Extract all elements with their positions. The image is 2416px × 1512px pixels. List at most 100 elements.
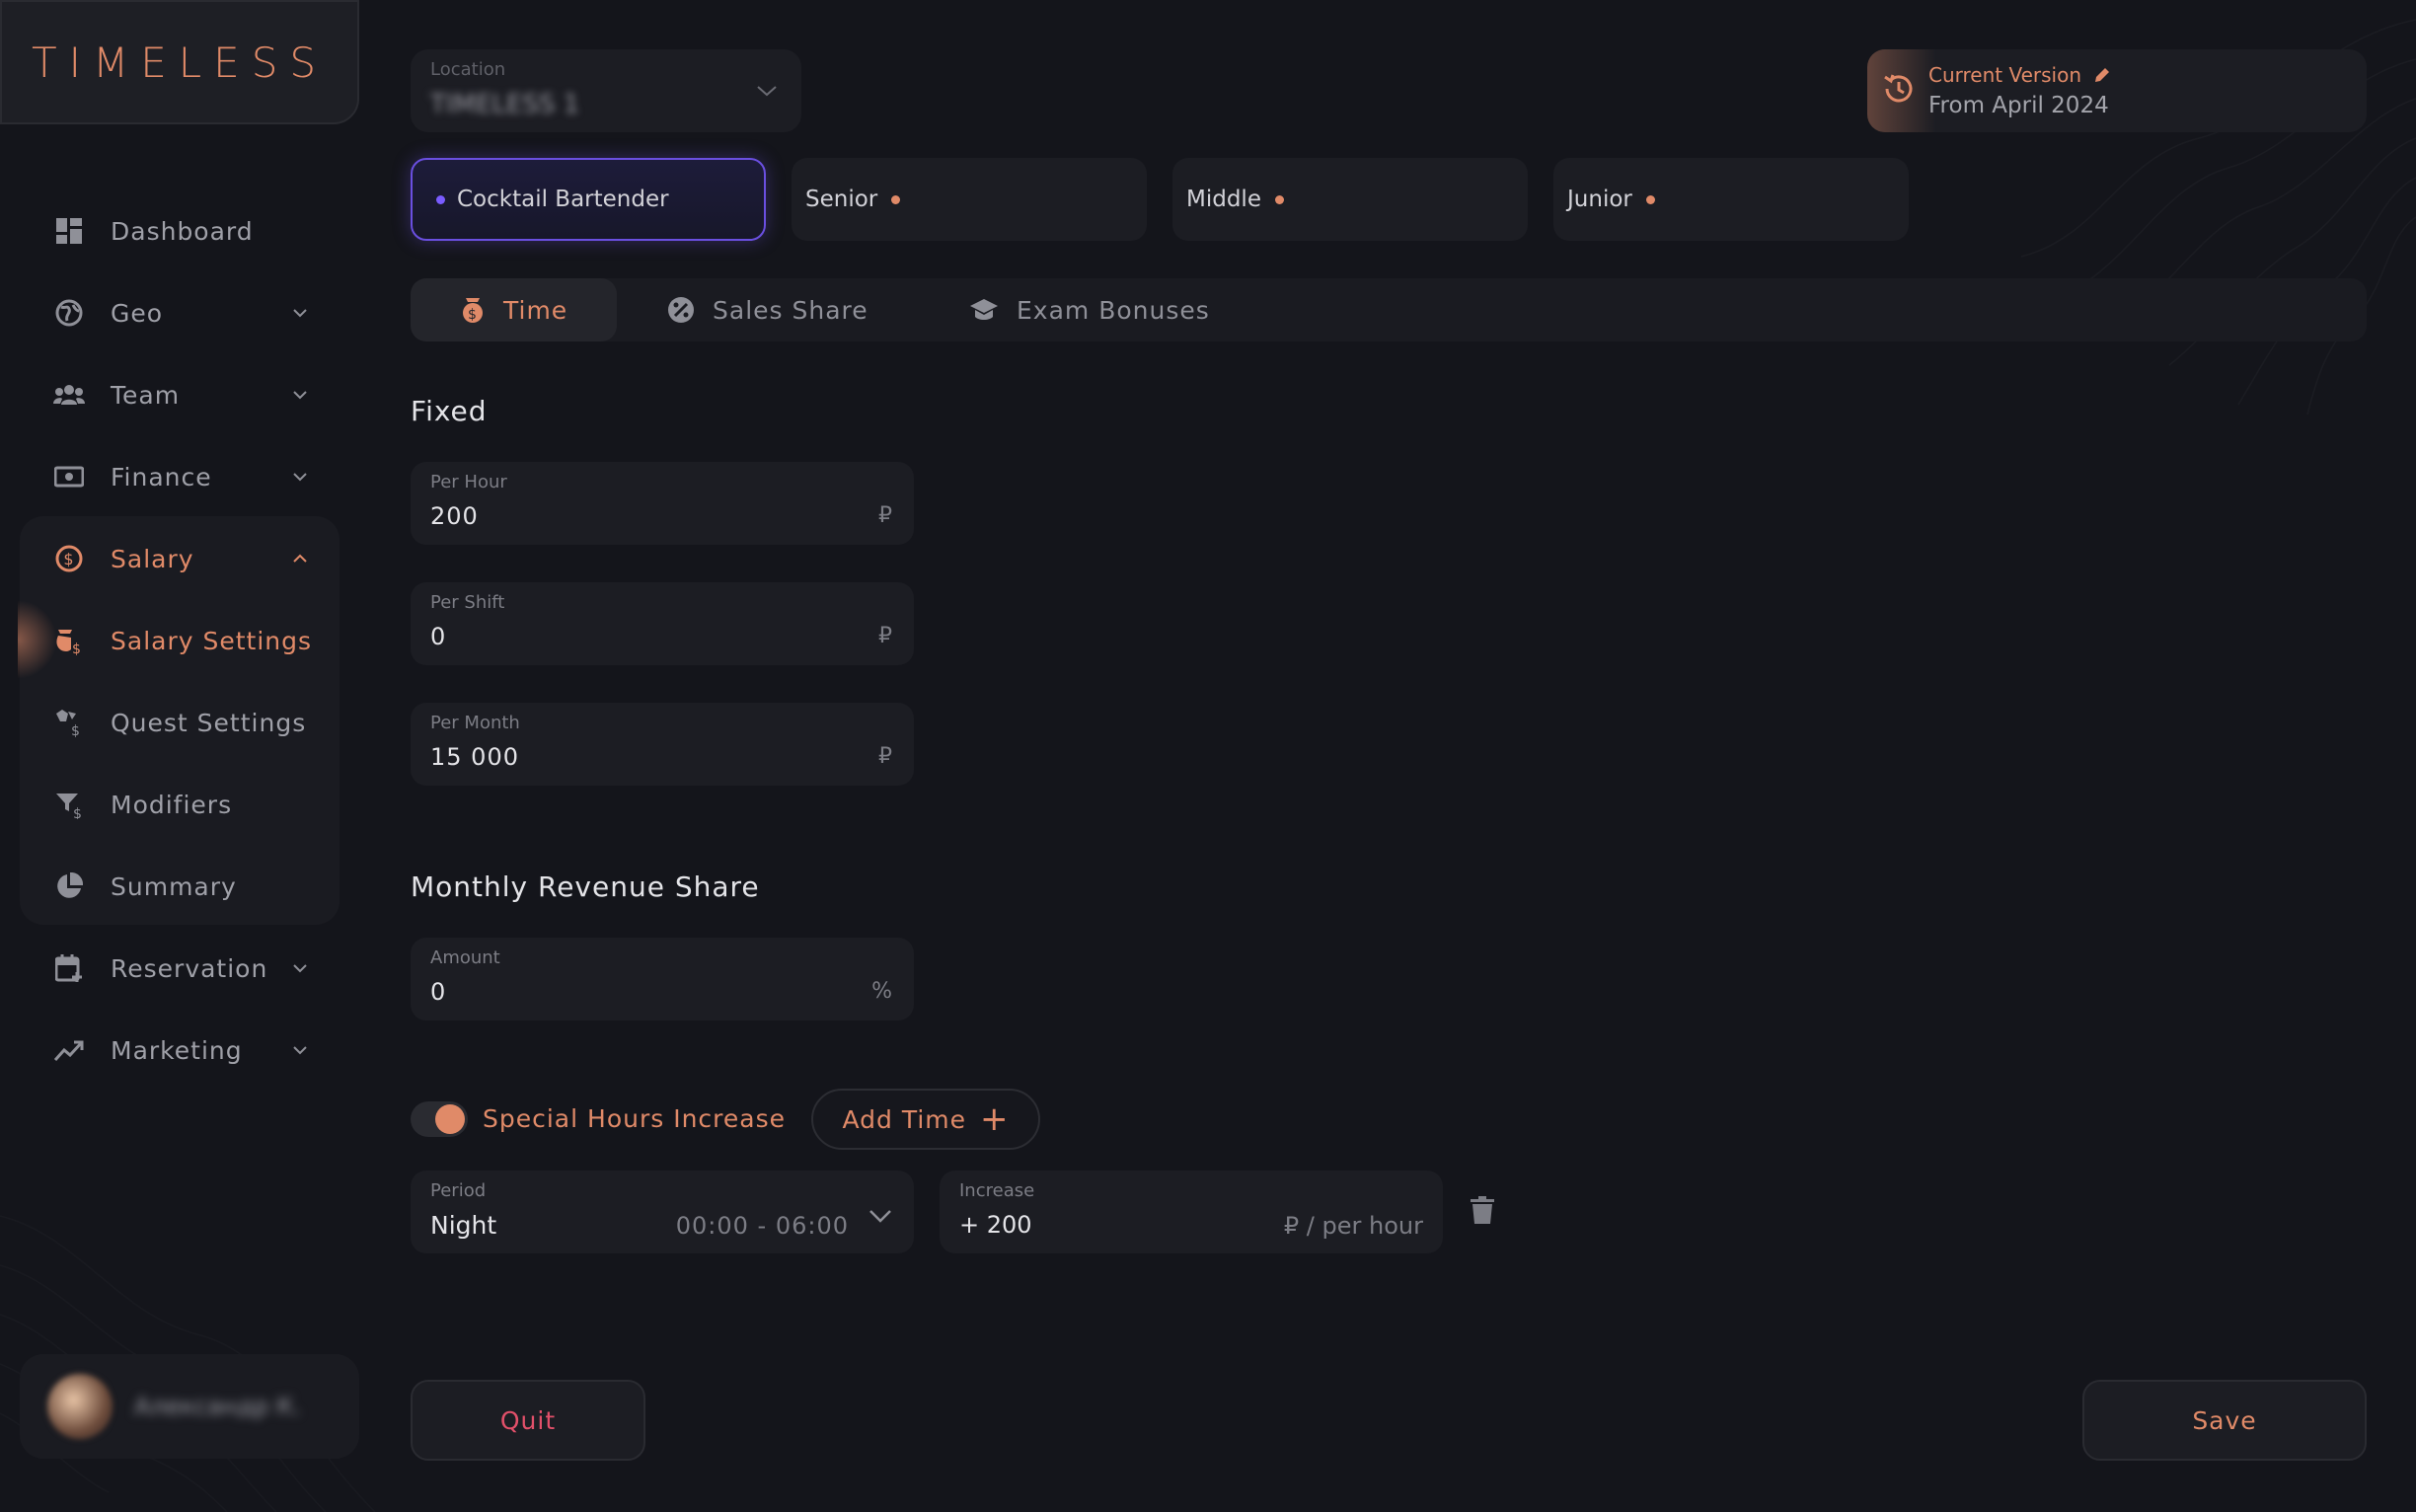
currency-unit: ₽ xyxy=(878,624,892,648)
currency-unit: ₽ xyxy=(878,503,892,528)
dashboard-icon xyxy=(51,213,87,249)
field-label: Amount xyxy=(430,947,500,968)
filter-dollar-icon: $ xyxy=(51,787,87,822)
role-label: Junior xyxy=(1567,187,1632,212)
sidebar-item-geo[interactable]: Geo xyxy=(20,281,340,344)
add-time-label: Add Time xyxy=(842,1104,967,1134)
edit-icon[interactable] xyxy=(2093,66,2111,84)
location-label: Location xyxy=(430,59,506,80)
tab-label: Sales Share xyxy=(713,295,868,325)
svg-text:$: $ xyxy=(468,307,478,323)
field-label: Period xyxy=(430,1180,487,1201)
role-tab-middle[interactable]: Middle xyxy=(1172,158,1528,241)
role-label: Cocktail Bartender xyxy=(457,187,669,212)
status-dot xyxy=(1274,194,1284,204)
trash-icon[interactable] xyxy=(1471,1196,1494,1224)
location-select[interactable]: Location TIMELESS 1 xyxy=(411,49,801,132)
trend-icon xyxy=(51,1032,87,1068)
chevron-down-icon xyxy=(869,1210,891,1223)
sidebar-item-salary-settings[interactable]: $ Salary Settings xyxy=(20,609,340,672)
avatar xyxy=(47,1374,113,1439)
location-value: TIMELESS 1 xyxy=(430,90,580,119)
special-hours-toggle[interactable] xyxy=(411,1101,468,1137)
per-hour-field[interactable]: Per Hour 200 ₽ xyxy=(411,462,914,545)
sidebar-item-label: Salary xyxy=(111,544,194,573)
sidebar-item-label: Dashboard xyxy=(111,216,254,246)
sidebar-item-label: Modifiers xyxy=(111,790,233,819)
globe-icon xyxy=(51,295,87,331)
field-value: 0 xyxy=(430,978,447,1006)
status-dot xyxy=(1645,194,1655,204)
revenue-amount-field[interactable]: Amount 0 % xyxy=(411,938,914,1021)
settings-tabs: $ Time Sales Share Exam Bonuses xyxy=(411,278,2367,341)
sidebar-item-label: Marketing xyxy=(111,1035,243,1065)
sidebar-item-modifiers[interactable]: $ Modifiers xyxy=(20,773,340,836)
toggle-knob xyxy=(435,1104,465,1134)
chevron-down-icon xyxy=(293,391,307,400)
sidebar-item-label: Quest Settings xyxy=(111,708,307,737)
sidebar-item-quest-settings[interactable]: $ Quest Settings xyxy=(20,691,340,754)
version-subtitle: From April 2024 xyxy=(1928,93,2109,118)
sidebar-item-summary[interactable]: Summary xyxy=(20,855,340,918)
topographic-decoration xyxy=(0,1215,376,1512)
role-tab-junior[interactable]: Junior xyxy=(1553,158,1909,241)
cash-icon xyxy=(51,459,87,494)
quest-icon: $ xyxy=(51,705,87,740)
sidebar-item-label: Finance xyxy=(111,462,212,491)
svg-text:$: $ xyxy=(71,723,81,737)
quit-button[interactable]: Quit xyxy=(411,1380,645,1461)
money-bag-icon: $ xyxy=(460,296,486,324)
section-title-fixed: Fixed xyxy=(411,395,488,427)
chevron-down-icon xyxy=(757,86,777,97)
percent-unit: % xyxy=(871,979,892,1004)
tab-label: Time xyxy=(503,295,568,325)
tab-exam-bonuses[interactable]: Exam Bonuses xyxy=(969,278,1210,341)
logo-box[interactable]: TIMELESS xyxy=(0,0,359,124)
role-tab-cocktail-bartender[interactable]: Cocktail Bartender xyxy=(411,158,766,241)
sidebar-item-label: Team xyxy=(111,380,181,410)
currency-unit: ₽ xyxy=(878,744,892,769)
current-version-card[interactable]: Current Version From April 2024 xyxy=(1867,49,2367,132)
save-button[interactable]: Save xyxy=(2082,1380,2367,1461)
sidebar-item-dashboard[interactable]: Dashboard xyxy=(20,199,340,263)
period-select[interactable]: Period Night 00:00 - 06:00 xyxy=(411,1171,914,1253)
field-value: 15 000 xyxy=(430,743,519,771)
per-month-field[interactable]: Per Month 15 000 ₽ xyxy=(411,703,914,786)
plus-icon: + xyxy=(980,1099,1010,1139)
status-dot xyxy=(436,194,445,204)
sidebar-item-label: Geo xyxy=(111,298,164,328)
logo: TIMELESS xyxy=(31,38,329,87)
role-tab-senior[interactable]: Senior xyxy=(792,158,1147,241)
sidebar-item-salary[interactable]: $ Salary xyxy=(20,527,340,590)
version-title-text: Current Version xyxy=(1928,63,2082,87)
percent-badge-icon xyxy=(667,296,695,324)
tab-label: Exam Bonuses xyxy=(1017,295,1210,325)
user-profile[interactable]: Александр К. xyxy=(20,1354,359,1459)
field-label: Increase xyxy=(959,1180,1035,1201)
increase-field[interactable]: Increase + 200 ₽ / per hour xyxy=(940,1171,1443,1253)
field-value: 200 xyxy=(430,502,479,530)
per-shift-field[interactable]: Per Shift 0 ₽ xyxy=(411,582,914,665)
special-hours-label: Special Hours Increase xyxy=(483,1104,787,1133)
sidebar-item-reservation[interactable]: Reservation xyxy=(20,937,340,1000)
status-dot xyxy=(891,194,901,204)
svg-text:$: $ xyxy=(63,550,74,568)
field-label: Per Month xyxy=(430,713,520,733)
calendar-plus-icon xyxy=(51,950,87,986)
role-label: Senior xyxy=(805,187,878,212)
chevron-down-icon xyxy=(293,309,307,318)
field-label: Per Shift xyxy=(430,592,505,613)
tab-time[interactable]: $ Time xyxy=(411,278,618,341)
user-name: Александр К. xyxy=(134,1393,301,1420)
tab-sales-share[interactable]: Sales Share xyxy=(667,278,868,341)
chevron-down-icon xyxy=(293,1046,307,1055)
salary-settings-icon: $ xyxy=(51,623,87,658)
add-time-button[interactable]: Add Time + xyxy=(811,1089,1040,1150)
field-label: Per Hour xyxy=(430,472,507,492)
sidebar-item-team[interactable]: Team xyxy=(20,363,340,426)
sidebar-item-marketing[interactable]: Marketing xyxy=(20,1019,340,1082)
sidebar-item-finance[interactable]: Finance xyxy=(20,445,340,508)
chevron-up-icon xyxy=(293,554,307,563)
dollar-circle-icon: $ xyxy=(51,541,87,576)
sidebar-item-label: Summary xyxy=(111,871,237,901)
